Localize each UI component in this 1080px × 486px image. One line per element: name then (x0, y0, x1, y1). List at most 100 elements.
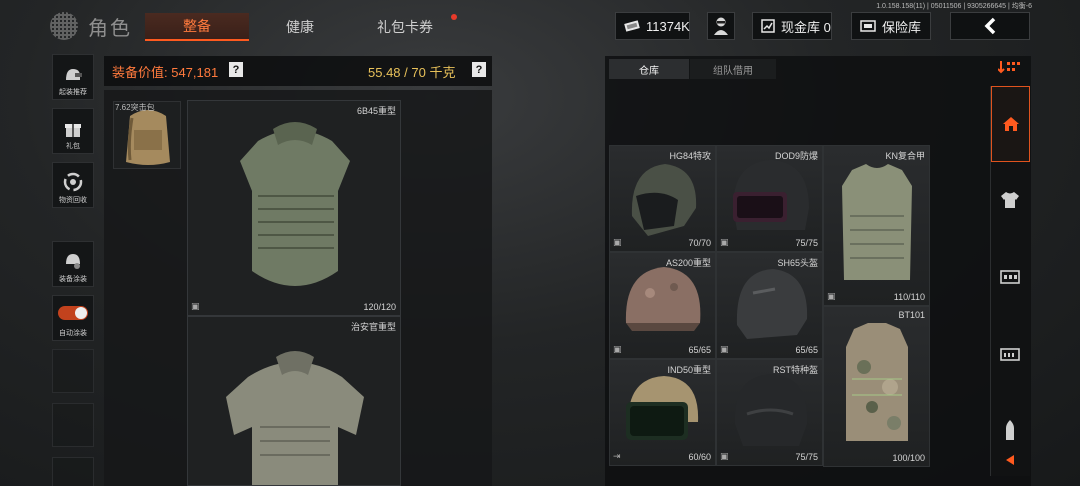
armor-slot-secondary[interactable]: 治安官重型 (187, 316, 401, 486)
sort-filter-button[interactable] (998, 60, 1022, 74)
back-button[interactable] (950, 12, 1030, 40)
cash-icon (624, 20, 640, 32)
item-tag-icon: ▣ (191, 301, 200, 311)
inventory-item-bt101[interactable]: BT101 100/100 (823, 306, 930, 467)
item-durability: 65/65 (795, 345, 818, 355)
item-tag-icon: ▣ (720, 344, 729, 354)
bullet-icon (1004, 419, 1016, 441)
gift-icon (64, 120, 82, 138)
tab-health[interactable]: 健康 (250, 13, 350, 41)
tab-gift-cards[interactable]: 礼包卡券 (355, 13, 455, 41)
safe-box-label: 保险库 (882, 19, 922, 35)
triangle-left-icon (1004, 454, 1016, 466)
auto-paint-toggle[interactable] (58, 306, 88, 320)
item-durability: 110/110 (893, 292, 925, 302)
backpack-name: 7.62突击包 (115, 103, 155, 112)
inventory-item-kn-armor[interactable]: KN复合甲 ▣ 110/110 (823, 145, 930, 306)
sidebar-label: 物资回收 (59, 197, 87, 204)
inventory-item-as200[interactable]: AS200重型 ▣ 65/65 (609, 252, 716, 359)
item-name: KN复合甲 (885, 151, 925, 161)
category-bullets[interactable] (996, 416, 1024, 444)
item-durability: 120/120 (363, 302, 396, 312)
item-durability: 75/75 (795, 238, 818, 248)
ammo-box-icon (1000, 345, 1020, 361)
weight-help-button[interactable]: ? (472, 62, 486, 77)
sidebar-empty-slot (52, 457, 94, 486)
item-durability: 70/70 (688, 238, 711, 248)
currency-value: 11374K (646, 18, 690, 34)
category-clothing[interactable] (996, 186, 1024, 214)
sidebar-label: 礼包 (66, 143, 80, 150)
safe-icon (860, 20, 876, 32)
inventory-item-rst[interactable]: RST特种盔 ▣ 75/75 (716, 359, 823, 466)
item-tag-icon: ▣ (827, 291, 836, 301)
item-name: IND50重型 (667, 365, 711, 375)
item-name: DOD9防爆 (774, 151, 818, 161)
armor-image (226, 351, 364, 485)
collapse-rail-button[interactable] (996, 446, 1024, 474)
value-help-button[interactable]: ? (229, 62, 243, 77)
category-home[interactable] (991, 86, 1030, 162)
chevron-left-icon (983, 17, 997, 35)
cash-vault-button[interactable]: 现金库 0 (752, 12, 832, 40)
item-name: BT101 (898, 310, 925, 320)
item-tag-icon: ▣ (613, 344, 622, 354)
notification-dot (451, 14, 457, 20)
vault-icon (761, 19, 775, 33)
item-tag-icon: ▣ (720, 237, 729, 247)
currency-display[interactable]: 11374K (615, 12, 690, 40)
sidebar-label: 起装推荐 (59, 89, 87, 96)
operator-avatar-icon (712, 16, 730, 36)
inventory-item-sh65[interactable]: SH65头盔 ▣ 65/65 (716, 252, 823, 359)
recycle-icon (63, 172, 83, 192)
loadout-icon (63, 66, 83, 84)
sidebar-item-equipment-paint[interactable]: 装备涂装 (52, 241, 94, 287)
item-durability: 100/100 (892, 453, 925, 463)
item-name: HG84特攻 (669, 151, 711, 161)
sidebar-label: 装备涂装 (59, 276, 87, 283)
armor-slot-primary[interactable]: 6B45重型 ▣ 120/120 (187, 100, 401, 316)
avatar-button[interactable] (707, 12, 735, 40)
paint-helmet-icon (63, 251, 83, 271)
item-name: AS200重型 (665, 258, 711, 268)
category-rig[interactable] (996, 262, 1024, 290)
safe-box-button[interactable]: 保险库 (851, 12, 931, 40)
armor-image (846, 323, 908, 441)
home-icon (1002, 116, 1020, 132)
item-durability: 65/65 (688, 345, 711, 355)
inventory-item-ind50[interactable]: IND50重型 ⇥ 60/60 (609, 359, 716, 466)
sidebar-empty-slot (52, 403, 94, 447)
item-durability: 75/75 (795, 452, 818, 462)
carry-weight: 55.48 / 70 千克 (368, 65, 456, 80)
sidebar-item-recycle[interactable]: 物资回收 (52, 162, 94, 208)
sidebar-item-loadout-recommend[interactable]: 起装推荐 (52, 54, 94, 100)
sidebar-label: 自动涂装 (59, 330, 87, 337)
category-ammo[interactable] (996, 339, 1024, 367)
inventory-item-dod9[interactable]: DOD9防爆 ▣ 75/75 (716, 145, 823, 252)
sidebar-item-auto-paint[interactable]: 自动涂装 (52, 295, 94, 341)
game-logo (50, 12, 78, 40)
tab-loadout[interactable]: 整备 (145, 13, 249, 41)
cash-vault-label: 现金库 0 (781, 19, 831, 35)
tab-team-borrow[interactable]: 组队借用 (690, 59, 776, 79)
item-name: SH65头盔 (777, 258, 818, 268)
item-tag-icon: ▣ (720, 451, 729, 461)
sidebar-item-gift[interactable]: 礼包 (52, 108, 94, 154)
page-title: 角色 (88, 18, 132, 40)
item-name: RST特种盔 (772, 365, 818, 375)
shirt-icon (1000, 191, 1020, 209)
item-tag-icon: ▣ (613, 237, 622, 247)
tab-warehouse[interactable]: 仓库 (609, 59, 689, 79)
item-durability: 60/60 (688, 452, 711, 462)
item-name: 6B45重型 (356, 106, 396, 116)
sidebar-empty-slot (52, 349, 94, 393)
armor-rig-icon (1000, 268, 1020, 284)
armor-image (842, 164, 912, 280)
equipment-value: 装备价值: 547,181 (112, 65, 219, 80)
item-name: 治安官重型 (350, 322, 396, 332)
equip-arrow-icon: ⇥ (613, 451, 621, 461)
sort-filter-icon (998, 60, 1022, 74)
inventory-item-hg84[interactable]: HG84特攻 ▣ 70/70 (609, 145, 716, 252)
version-info: 1.0.158.158(11) | 05011506 | 9305266645 … (876, 3, 1032, 10)
armor-image (240, 122, 350, 286)
